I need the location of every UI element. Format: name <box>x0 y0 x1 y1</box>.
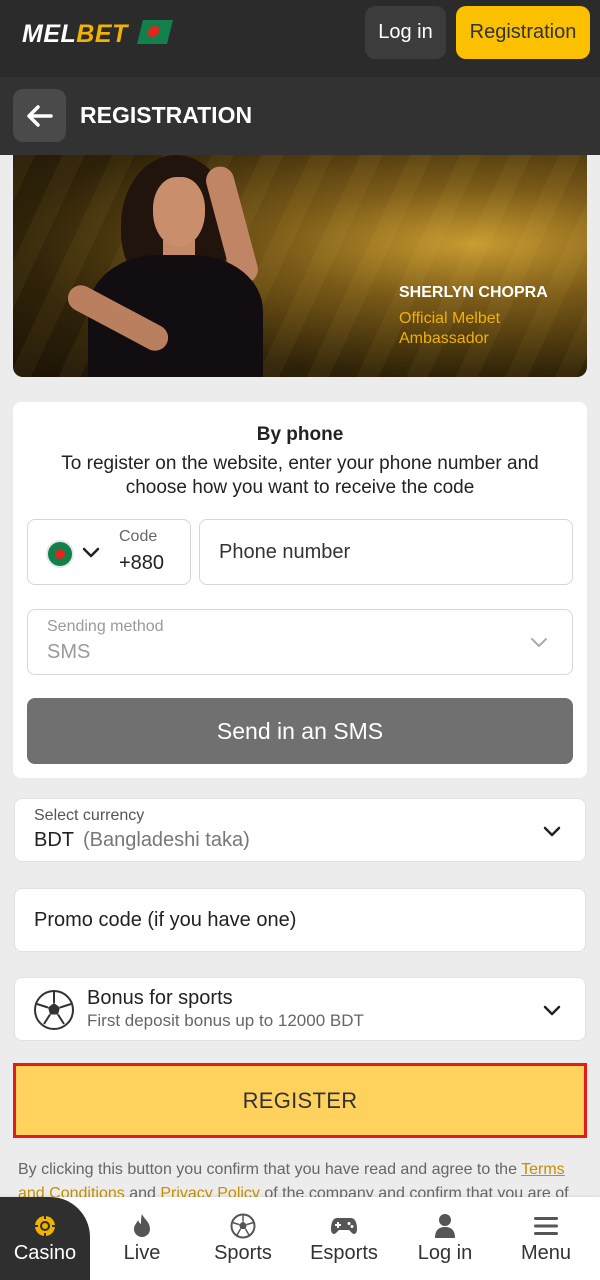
chevron-down-icon <box>531 638 547 647</box>
form-title: By phone <box>256 424 344 445</box>
fire-icon <box>134 1214 150 1237</box>
chevron-down-icon <box>543 1005 561 1016</box>
bottom-navigation: Casino Live Sports Esports Log in Menu <box>0 1197 600 1280</box>
casino-chip-icon <box>35 1216 55 1236</box>
melbet-logo[interactable]: MELBET <box>22 20 128 49</box>
bangladesh-flag-icon <box>46 540 74 568</box>
nav-live[interactable]: Live <box>100 1197 184 1280</box>
currency-label: Select currency <box>34 807 145 824</box>
currency-code: BDT <box>34 829 74 851</box>
hamburger-menu-icon <box>534 1217 558 1235</box>
nav-login[interactable]: Log in <box>403 1197 487 1280</box>
ambassador-role: Official Melbet Ambassador <box>399 310 501 347</box>
soccer-ball-icon <box>230 1213 256 1239</box>
register-button[interactable]: REGISTER <box>13 1063 587 1138</box>
sending-method-select[interactable]: Sending method SMS <box>27 609 573 675</box>
bonus-title: Bonus for sports <box>87 987 233 1009</box>
send-sms-button[interactable]: Send in an SMS <box>27 698 573 764</box>
page-header: REGISTRATION <box>0 77 600 155</box>
nav-esports[interactable]: Esports <box>300 1197 388 1280</box>
code-label: Code <box>119 528 158 545</box>
registration-button[interactable]: Registration <box>456 6 590 59</box>
user-icon <box>435 1214 455 1238</box>
code-value: +880 <box>119 552 165 574</box>
terms-text: By clicking this button you confirm that… <box>18 1161 569 1202</box>
currency-select[interactable]: Select currency BDT (Bangladeshi taka) <box>14 798 586 862</box>
currency-name: (Bangladeshi taka) <box>83 829 250 851</box>
bonus-subtitle: First deposit bonus up to 12000 BDT <box>87 1011 364 1030</box>
ambassador-name: SHERLYN CHOPRA <box>399 284 548 301</box>
phone-registration-card: By phone To register on the website, ent… <box>13 402 587 778</box>
sending-method-value: SMS <box>47 641 91 663</box>
sending-method-label: Sending method <box>47 618 164 635</box>
login-button[interactable]: Log in <box>365 6 446 59</box>
soccer-ball-icon <box>34 990 74 1030</box>
back-button[interactable] <box>13 89 66 142</box>
gamepad-icon <box>331 1218 357 1234</box>
form-description: To register on the website, enter your p… <box>61 453 539 498</box>
nav-menu[interactable]: Menu <box>505 1197 587 1280</box>
country-code-selector[interactable]: Code +880 <box>27 519 191 585</box>
phone-number-input[interactable] <box>199 519 573 585</box>
promo-code-placeholder: Promo code (if you have one) <box>34 909 297 931</box>
arrow-left-icon <box>26 104 53 127</box>
nav-casino[interactable]: Casino <box>0 1197 90 1280</box>
nav-sports[interactable]: Sports <box>200 1197 286 1280</box>
chevron-down-icon <box>543 826 561 837</box>
ambassador-banner: SHERLYN CHOPRA Official Melbet Ambassado… <box>13 155 587 377</box>
bonus-select[interactable]: Bonus for sports First deposit bonus up … <box>14 977 586 1041</box>
top-bar: MELBET Log in Registration <box>0 0 600 77</box>
bangladesh-flag-icon <box>137 20 173 44</box>
chevron-down-icon <box>82 547 100 558</box>
page-title: REGISTRATION <box>80 102 253 128</box>
promo-code-input[interactable]: Promo code (if you have one) <box>14 888 586 952</box>
